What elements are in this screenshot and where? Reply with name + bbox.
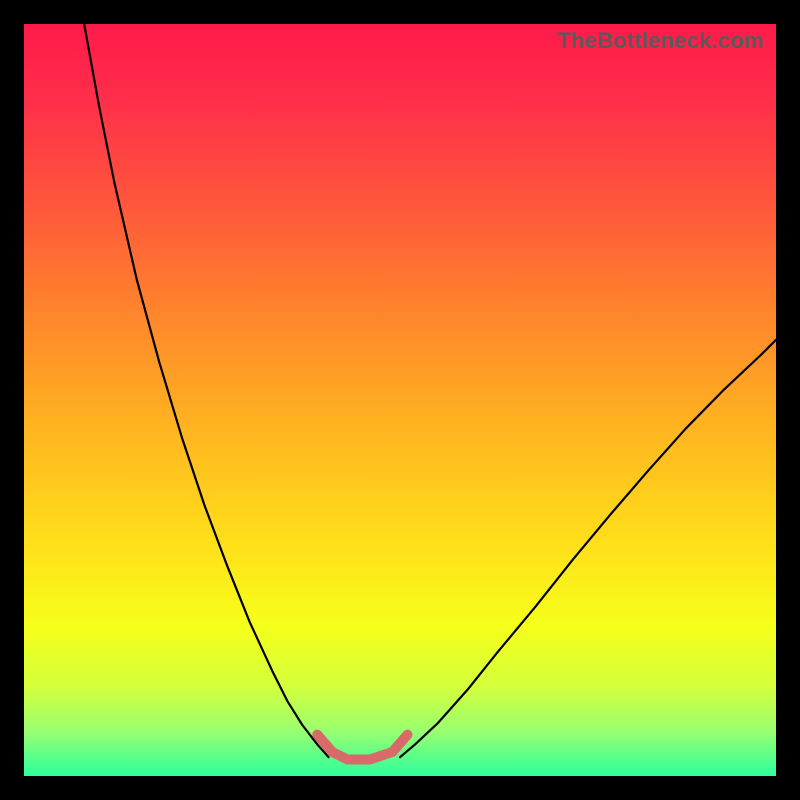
curves-layer <box>24 24 776 776</box>
chart-frame: TheBottleneck.com <box>0 0 800 800</box>
series-left-branch <box>84 24 328 757</box>
plot-area: TheBottleneck.com <box>24 24 776 776</box>
series-highlight-band <box>317 735 407 760</box>
watermark-text: TheBottleneck.com <box>558 28 764 54</box>
series-right-branch <box>400 340 776 757</box>
